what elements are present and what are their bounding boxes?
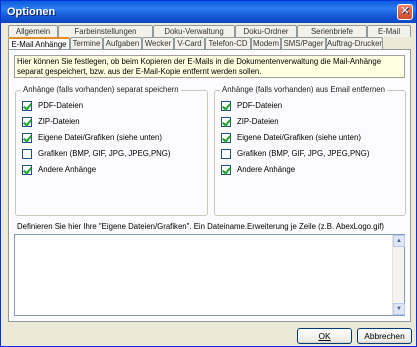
group-remove-from-email: Anhänge (falls vorhanden) aus Email entf… — [214, 85, 406, 216]
tab-e-mail[interactable]: E-Mail — [367, 25, 411, 37]
checkbox[interactable] — [221, 117, 231, 127]
group-title: Anhänge (falls vorhanden) aus Email entf… — [220, 85, 387, 95]
checkbox[interactable] — [22, 117, 32, 127]
option-row[interactable]: Andere Anhänge — [22, 164, 96, 176]
option-row[interactable]: Andere Anhänge — [221, 164, 295, 176]
tab-telefon-cd[interactable]: Telefon-CD — [205, 37, 251, 49]
option-row[interactable]: ZIP-Dateien — [22, 116, 80, 128]
checkbox[interactable] — [221, 165, 231, 175]
info-text: Hier können Sie festlegen, ob beim Kopie… — [14, 55, 405, 78]
ok-button[interactable]: OK — [297, 328, 352, 344]
group-save-separately: Anhänge (falls vorhanden) separat speich… — [15, 85, 208, 216]
tab-modem[interactable]: Modem — [251, 37, 281, 49]
title-bar: Optionen ✕ — [1, 1, 416, 23]
checkbox-label: Andere Anhänge — [38, 165, 97, 174]
definition-label: Definieren Sie hier Ihre "Eigene Dateien… — [17, 222, 384, 231]
tab-termine[interactable]: Termine — [70, 37, 103, 49]
definition-textarea[interactable]: ▲ ▼ — [14, 234, 405, 316]
checkbox-label: Andere Anhänge — [237, 165, 296, 174]
option-row[interactable]: ZIP-Dateien — [221, 116, 279, 128]
checkbox[interactable] — [22, 149, 32, 159]
checkbox-label: Grafiken (BMP, GIF, JPG, JPEG,PNG) — [237, 149, 370, 158]
checkbox[interactable] — [221, 133, 231, 143]
option-row[interactable]: Eigene Datei/Grafiken (siehe unten) — [22, 132, 162, 144]
options-dialog: Optionen ✕ Allgemein Farbeinstellungen D… — [0, 0, 417, 347]
option-row[interactable]: PDF-Dateien — [22, 100, 83, 112]
checkbox[interactable] — [22, 133, 32, 143]
checkbox-label: Eigene Datei/Grafiken (siehe unten) — [237, 133, 361, 142]
checkbox[interactable] — [22, 165, 32, 175]
option-row[interactable]: Eigene Datei/Grafiken (siehe unten) — [221, 132, 361, 144]
tab-aufgaben[interactable]: Aufgaben — [103, 37, 142, 49]
tab-serienbriefe[interactable]: Serienbriefe — [297, 25, 367, 37]
checkbox[interactable] — [22, 101, 32, 111]
checkbox[interactable] — [221, 101, 231, 111]
tab-sms-pager[interactable]: SMS/Pager — [281, 37, 326, 49]
checkbox-label: ZIP-Dateien — [237, 117, 279, 126]
tab-row-1: Allgemein Farbeinstellungen Doku-Verwalt… — [8, 25, 411, 37]
tab-allgemein[interactable]: Allgemein — [8, 25, 58, 37]
option-row[interactable]: Grafiken (BMP, GIF, JPG, JPEG,PNG) — [22, 148, 170, 160]
checkbox-label: Grafiken (BMP, GIF, JPG, JPEG,PNG) — [38, 149, 171, 158]
tab-v-card[interactable]: V-Card — [174, 37, 205, 49]
group-title: Anhänge (falls vorhanden) separat speich… — [21, 85, 181, 95]
tab-farbeinstellungen[interactable]: Farbeinstellungen — [58, 25, 153, 37]
checkbox-label: PDF-Dateien — [237, 101, 283, 110]
tab-wecker[interactable]: Wecker — [142, 37, 174, 49]
checkbox-label: Eigene Datei/Grafiken (siehe unten) — [38, 133, 162, 142]
ok-button-label: OK — [318, 331, 331, 341]
close-icon[interactable]: ✕ — [397, 4, 413, 20]
tab-auftrag-drucken[interactable]: Auftrag-Drucken — [326, 37, 383, 49]
cancel-button[interactable]: Abbrechen — [357, 328, 412, 344]
checkbox-label: PDF-Dateien — [38, 101, 84, 110]
scroll-up-icon[interactable]: ▲ — [393, 235, 405, 247]
checkbox-label: ZIP-Dateien — [38, 117, 80, 126]
tab-row-2: E-Mail Anhänge Termine Aufgaben Wecker V… — [8, 37, 383, 50]
window-title: Optionen — [7, 6, 56, 18]
scroll-down-icon[interactable]: ▼ — [393, 303, 405, 315]
tab-doku-verwaltung[interactable]: Doku-Verwaltung — [153, 25, 235, 37]
tab-doku-ordner[interactable]: Doku-Ordner — [235, 25, 297, 37]
vertical-scrollbar[interactable]: ▲ ▼ — [392, 235, 405, 315]
checkbox[interactable] — [221, 149, 231, 159]
tab-panel: Hier können Sie festlegen, ob beim Kopie… — [8, 49, 411, 322]
option-row[interactable]: Grafiken (BMP, GIF, JPG, JPEG,PNG) — [221, 148, 369, 160]
option-row[interactable]: PDF-Dateien — [221, 100, 282, 112]
